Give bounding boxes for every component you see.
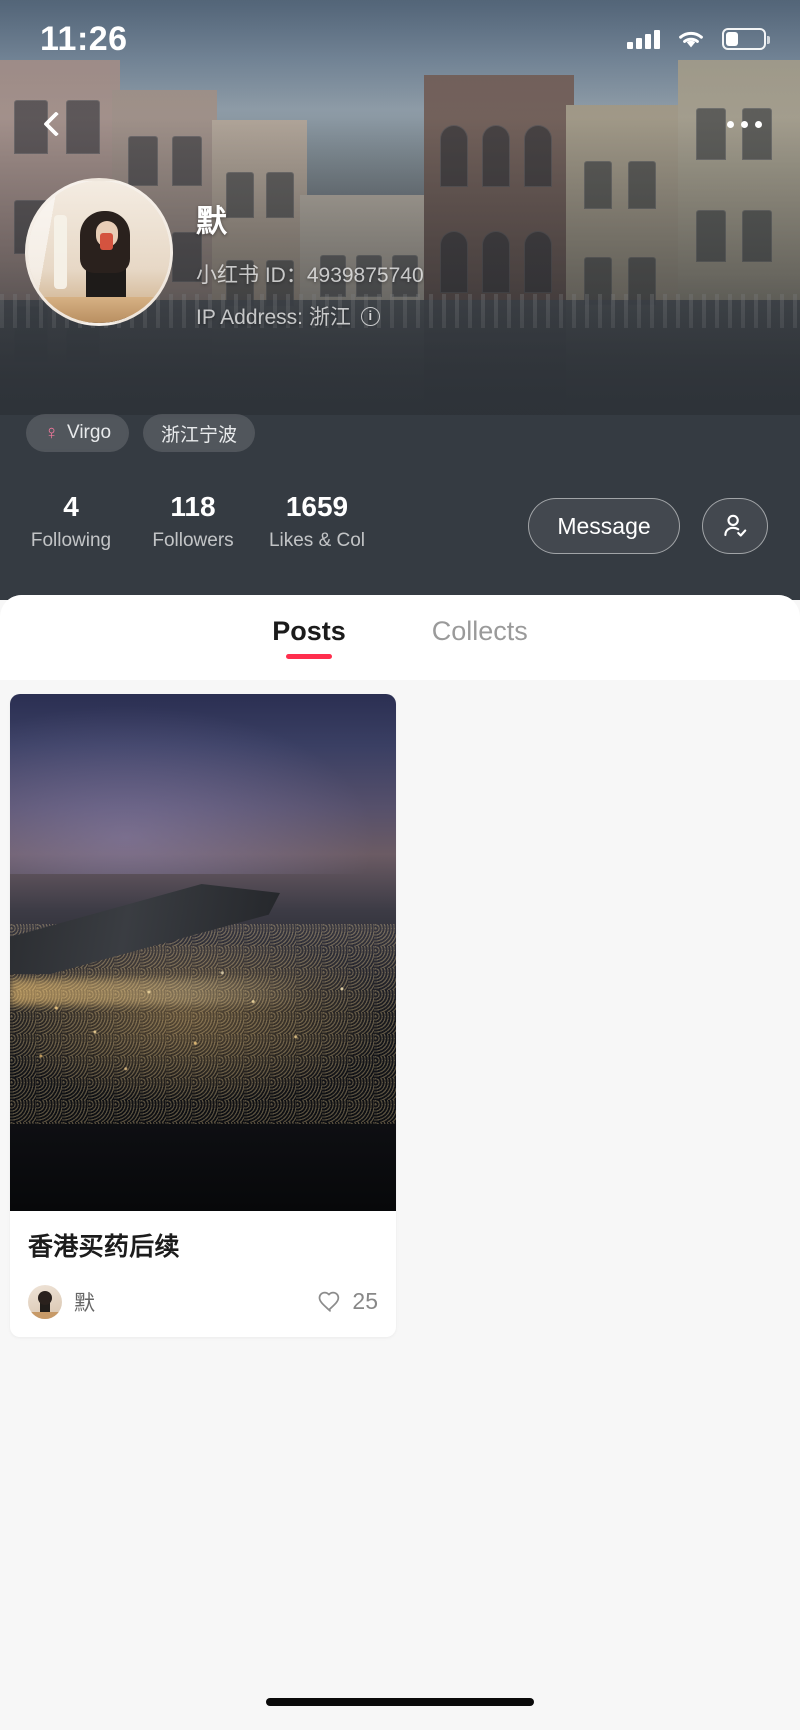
tab-collects[interactable]: Collects <box>428 616 532 659</box>
tab-active-underline <box>285 654 332 659</box>
stat-followers[interactable]: 118 Followers <box>130 492 256 552</box>
stat-followers-label: Followers <box>152 530 234 552</box>
stat-likes-collections[interactable]: 1659 Likes & Col <box>254 492 380 552</box>
ip-address-label: IP Address: 浙江 <box>196 306 351 329</box>
battery-low-icon <box>722 28 770 50</box>
profile-info: 默 小红书 ID：4939875740 IP Address: 浙江 i <box>196 196 656 331</box>
ip-address-row: IP Address: 浙江 i <box>196 301 656 331</box>
person-check-icon <box>724 514 747 537</box>
stat-following-value: 4 <box>63 491 79 522</box>
tag-zodiac[interactable]: ♀ Virgo <box>26 414 130 452</box>
top-navigation-bar <box>0 92 800 156</box>
stat-followers-value: 118 <box>170 491 216 522</box>
profile-screen: 11:26 默 小红书 ID：4939875740 IP Address: 浙江… <box>0 0 800 1730</box>
signal-bars-icon <box>627 29 660 49</box>
back-button[interactable] <box>28 96 84 152</box>
heart-outline-icon <box>319 1291 340 1312</box>
wifi-icon <box>679 31 703 48</box>
venus-symbol-icon: ♀ <box>44 422 59 444</box>
post-like-count: 25 <box>352 1288 378 1315</box>
status-bar-clock: 11:26 <box>40 19 128 58</box>
post-author[interactable]: 默 <box>28 1284 95 1319</box>
info-icon[interactable]: i <box>360 306 380 326</box>
posts-feed: 香港买药后续 默 25 <box>0 680 800 1337</box>
post-card-body: 香港买药后续 默 25 <box>10 1211 396 1337</box>
more-options-button[interactable] <box>716 96 772 152</box>
post-title: 香港买药后续 <box>28 1233 180 1261</box>
profile-tags: ♀ Virgo 浙江宁波 <box>26 414 256 452</box>
tag-location[interactable]: 浙江宁波 <box>143 414 256 452</box>
stat-likes-value: 1659 <box>285 491 349 522</box>
chevron-left-icon <box>43 111 69 137</box>
tag-location-label: 浙江宁波 <box>161 424 238 446</box>
home-indicator <box>266 1698 534 1706</box>
post-author-name: 默 <box>74 1291 95 1315</box>
following-button[interactable] <box>702 498 768 554</box>
content-tabs: Posts Collects <box>0 595 800 680</box>
tag-zodiac-label: Virgo <box>67 422 112 443</box>
post-likes[interactable]: 25 <box>317 1288 378 1315</box>
tab-posts[interactable]: Posts <box>268 616 350 659</box>
username: 默 <box>196 204 228 239</box>
status-bar-icons <box>627 28 770 50</box>
post-author-avatar <box>28 1284 62 1319</box>
post-thumbnail <box>10 694 396 1211</box>
stat-following-label: Following <box>30 530 112 552</box>
tab-collects-label: Collects <box>431 616 528 646</box>
post-meta: 默 25 <box>28 1284 378 1319</box>
post-card[interactable]: 香港买药后续 默 25 <box>10 694 396 1337</box>
stat-following[interactable]: 4 Following <box>8 492 134 552</box>
status-bar: 11:26 <box>0 0 800 78</box>
more-options-icon <box>726 120 762 128</box>
avatar[interactable] <box>25 178 173 326</box>
user-id: 小红书 ID：4939875740 <box>196 264 424 287</box>
message-button[interactable]: Message <box>528 498 680 554</box>
profile-actions: Message <box>528 498 768 554</box>
stat-likes-label: Likes & Col <box>268 530 366 552</box>
tab-posts-label: Posts <box>272 616 346 646</box>
